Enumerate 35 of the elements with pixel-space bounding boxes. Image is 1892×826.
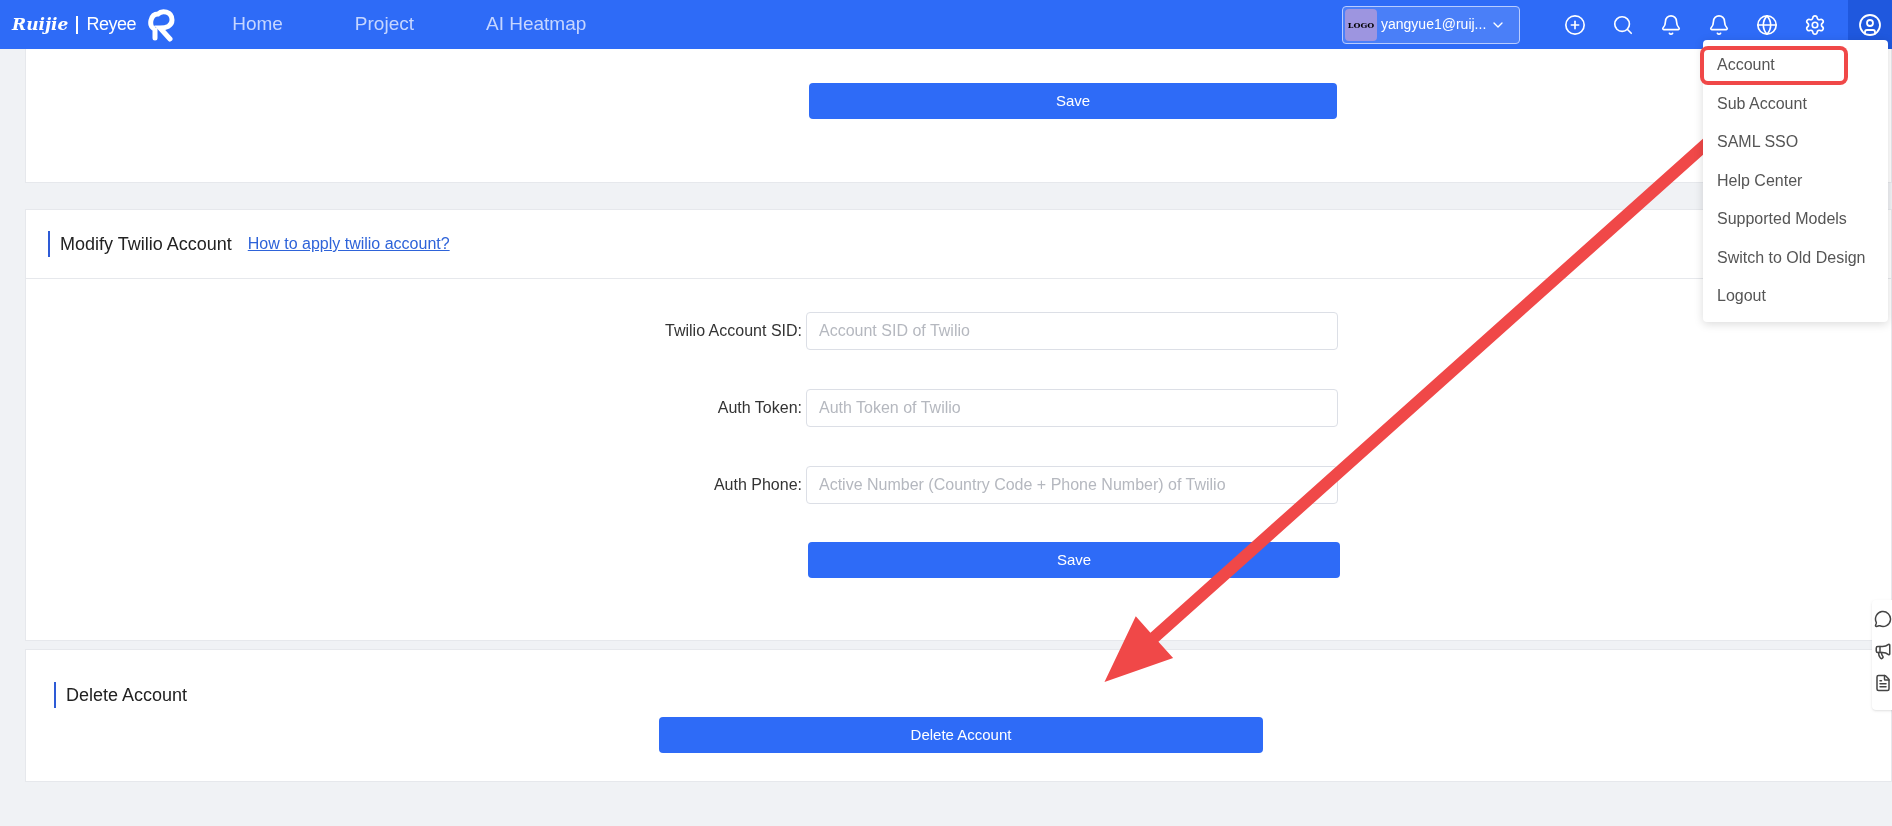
menu-item[interactable]: SAML SSO [1703,123,1888,162]
document-icon[interactable] [1874,674,1892,692]
menu-item[interactable]: Help Center [1703,161,1888,200]
user-icon[interactable] [1858,12,1882,37]
input-field[interactable]: Active Number (Country Code + Phone Number) of Twilio [806,466,1338,504]
save-button[interactable]: Save [808,542,1340,578]
bell-icon[interactable] [1708,13,1730,36]
add-icon[interactable] [1564,13,1586,36]
globe-icon[interactable] [1756,13,1778,36]
brand-subname: Reyee [86,13,137,36]
save-button[interactable]: Save [809,83,1337,119]
input-field[interactable]: Auth Token of Twilio [806,389,1338,427]
search-icon[interactable] [1612,13,1634,36]
settings-icon[interactable] [1804,13,1826,36]
section-title: Modify Twilio Account [48,231,232,257]
menu-item[interactable]: Switch to Old Design [1703,238,1888,277]
menu-item[interactable]: Sub Account [1703,84,1888,123]
field-label: Auth Phone: [712,475,803,495]
account-selector[interactable]: LOGO yangyue1@ruij... [1342,5,1520,44]
bell-icon[interactable] [1660,13,1682,36]
menu-item[interactable]: Account [1700,46,1848,85]
account-email: yangyue1@ruij... [1381,15,1487,34]
field-label: Twilio Account SID: [664,321,803,341]
menu-item[interactable]: Logout [1703,277,1888,316]
field-label: Auth Token: [716,398,803,418]
delete-account-button[interactable]: Delete Account [659,717,1263,753]
section-title: Delete Account [54,682,188,708]
chat-icon[interactable] [1874,610,1892,628]
menu-item[interactable]: Supported Models [1703,200,1888,239]
brand-divider [76,15,79,34]
help-link[interactable]: How to apply twilio account? [247,232,450,256]
brand-name: Ruijie [12,12,69,36]
megaphone-icon[interactable] [1874,642,1892,660]
input-field[interactable]: Account SID of Twilio [806,312,1338,350]
logo-badge: LOGO [1345,8,1377,41]
